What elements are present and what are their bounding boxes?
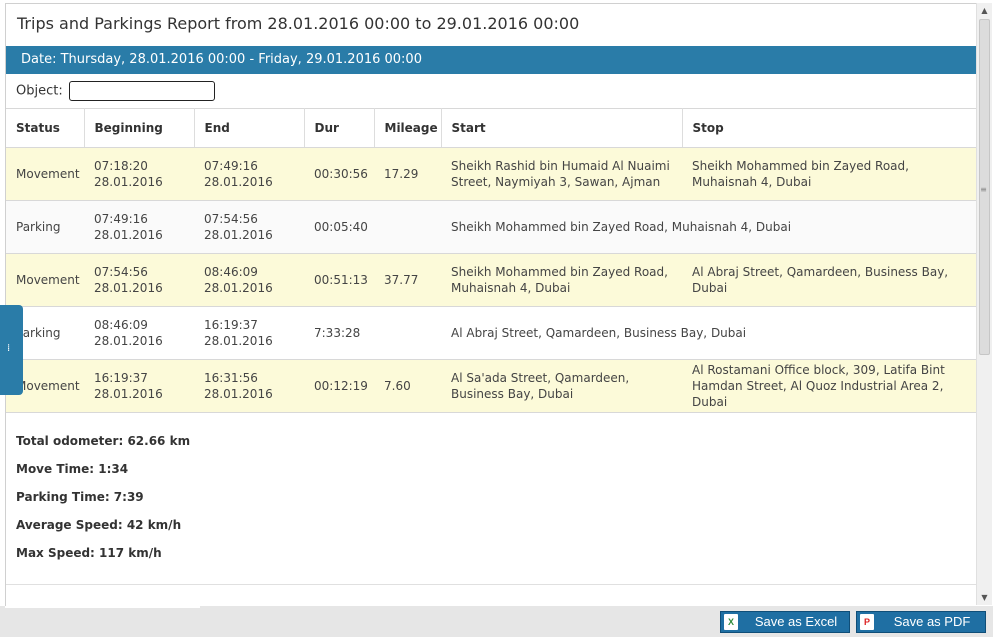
- end-date: 28.01.2016: [204, 175, 273, 189]
- column-header-end[interactable]: End: [194, 108, 305, 148]
- scrollbar-grip-icon: ≡: [980, 185, 987, 194]
- cell-stop: Al Abraj Street, Qamardeen, Business Bay…: [682, 253, 976, 307]
- column-header-dur[interactable]: Dur: [304, 108, 375, 148]
- end-date: 28.01.2016: [204, 228, 273, 242]
- cell-dur: 00:30:56: [304, 147, 374, 201]
- trips-table: Status Beginning End Dur Mileage Start S…: [6, 108, 976, 413]
- summary-total-odometer: Total odometer: 62.66 km: [16, 434, 191, 448]
- excel-file-icon: X: [724, 614, 738, 630]
- cell-stop: Sheikh Mohammed bin Zayed Road, Muhaisna…: [682, 147, 976, 201]
- begin-date: 28.01.2016: [94, 281, 163, 295]
- cell-end: 16:31:56 28.01.2016: [194, 359, 304, 413]
- save-as-pdf-label: Save as PDF: [893, 614, 971, 629]
- cell-beginning: 07:49:16 28.01.2016: [84, 200, 194, 254]
- object-input[interactable]: [68, 81, 215, 101]
- cell-mileage: [374, 200, 441, 254]
- report-window: Trips and Parkings Report from 28.01.201…: [5, 3, 976, 606]
- column-header-start[interactable]: Start: [441, 108, 683, 148]
- cell-status: Movement: [6, 253, 84, 307]
- scroll-down-arrow-icon[interactable]: ▼: [977, 590, 992, 605]
- cell-end: 07:54:56 28.01.2016: [194, 200, 304, 254]
- end-date: 28.01.2016: [204, 281, 273, 295]
- cell-mileage: 7.60: [374, 359, 441, 413]
- summary-move-time: Move Time: 1:34: [16, 462, 129, 476]
- cell-end: 07:49:16 28.01.2016: [194, 147, 304, 201]
- cell-dur: 7:33:28: [304, 306, 374, 360]
- table-row[interactable]: Movement 07:18:20 28.01.2016 07:49:16 28.0…: [6, 147, 976, 201]
- cell-beginning: 07:18:20 28.01.2016: [84, 147, 194, 201]
- end-time: 16:19:37: [204, 318, 258, 332]
- vertical-scrollbar[interactable]: ▲ ≡ ▼: [976, 3, 992, 605]
- summary-average-speed: Average Speed: 42 km/h: [16, 518, 182, 532]
- scroll-up-arrow-icon[interactable]: ▲: [977, 3, 992, 18]
- column-header-status[interactable]: Status: [6, 108, 85, 148]
- cell-dur: 00:05:40: [304, 200, 374, 254]
- divider: [6, 584, 976, 585]
- begin-time: 16:19:37: [94, 371, 148, 385]
- cell-dur: 00:12:19: [304, 359, 374, 413]
- end-date: 28.01.2016: [204, 334, 273, 348]
- begin-time: 07:18:20: [94, 159, 148, 173]
- cell-status: Parking: [6, 200, 84, 254]
- table-row[interactable]: Movement 07:54:56 28.01.2016 08:46:09 28.0…: [6, 253, 976, 307]
- report-title: Trips and Parkings Report from 28.01.201…: [17, 14, 580, 33]
- summary-max-speed: Max Speed: 117 km/h: [16, 546, 162, 560]
- cell-start: Sheikh Rashid bin Humaid Al Nuaimi Stree…: [441, 147, 682, 201]
- end-date: 28.01.2016: [204, 387, 273, 401]
- begin-date: 28.01.2016: [94, 228, 163, 242]
- begin-time: 07:54:56: [94, 265, 148, 279]
- begin-date: 28.01.2016: [94, 334, 163, 348]
- cell-status: Movement: [6, 147, 84, 201]
- end-time: 08:46:09: [204, 265, 258, 279]
- cell-mileage: [374, 306, 441, 360]
- object-label: Object:: [16, 83, 63, 99]
- cell-stop: Al Rostamani Office block, 309, Latifa B…: [682, 359, 976, 413]
- date-header-bar: Date: Thursday, 28.01.2016 00:00 - Frida…: [6, 46, 976, 74]
- begin-date: 28.01.2016: [94, 175, 163, 189]
- begin-time: 08:46:09: [94, 318, 148, 332]
- footer-bar: X Save as Excel P Save as PDF: [0, 606, 993, 637]
- cell-beginning: 08:46:09 28.01.2016: [84, 306, 194, 360]
- cell-dur: 00:51:13: [304, 253, 374, 307]
- cell-end: 08:46:09 28.01.2016: [194, 253, 304, 307]
- begin-time: 07:49:16: [94, 212, 148, 226]
- cell-mileage: 37.77: [374, 253, 441, 307]
- end-time: 07:49:16: [204, 159, 258, 173]
- table-row[interactable]: Parking 07:49:16 28.01.2016 07:54:56 28.01…: [6, 200, 976, 254]
- cell-start: Sheikh Mohammed bin Zayed Road, Muhaisna…: [441, 253, 682, 307]
- table-row[interactable]: Movement 16:19:37 28.01.2016 16:31:56 28.0…: [6, 359, 976, 413]
- cell-location: Sheikh Mohammed bin Zayed Road, Muhaisna…: [441, 200, 976, 254]
- object-filter: Object:: [16, 81, 215, 101]
- cell-mileage: 17.29: [374, 147, 441, 201]
- column-header-beginning[interactable]: Beginning: [84, 108, 195, 148]
- save-as-excel-label: Save as Excel: [754, 614, 838, 629]
- table-row[interactable]: Parking 08:46:09 28.01.2016 16:19:37 28.01…: [6, 306, 976, 360]
- side-handle-icon: ⁞: [7, 343, 11, 354]
- summary-parking-time: Parking Time: 7:39: [16, 490, 144, 504]
- cell-beginning: 07:54:56 28.01.2016: [84, 253, 194, 307]
- cell-location: Al Abraj Street, Qamardeen, Business Bay…: [441, 306, 976, 360]
- save-as-pdf-button[interactable]: P Save as PDF: [856, 611, 986, 633]
- cell-beginning: 16:19:37 28.01.2016: [84, 359, 194, 413]
- end-time: 07:54:56: [204, 212, 258, 226]
- end-time: 16:31:56: [204, 371, 258, 385]
- footer-strip: [5, 606, 200, 608]
- begin-date: 28.01.2016: [94, 387, 163, 401]
- side-panel-toggle[interactable]: ⁞: [0, 305, 23, 395]
- cell-end: 16:19:37 28.01.2016: [194, 306, 304, 360]
- report-summary: Total odometer: 62.66 km Move Time: 1:34…: [16, 432, 190, 572]
- pdf-file-icon: P: [860, 614, 874, 630]
- save-as-excel-button[interactable]: X Save as Excel: [720, 611, 850, 633]
- table-header-row: Status Beginning End Dur Mileage Start S…: [6, 108, 976, 148]
- column-header-stop[interactable]: Stop: [682, 108, 976, 148]
- column-header-mileage[interactable]: Mileage: [374, 108, 442, 148]
- cell-start: Al Sa'ada Street, Qamardeen, Business Ba…: [441, 359, 682, 413]
